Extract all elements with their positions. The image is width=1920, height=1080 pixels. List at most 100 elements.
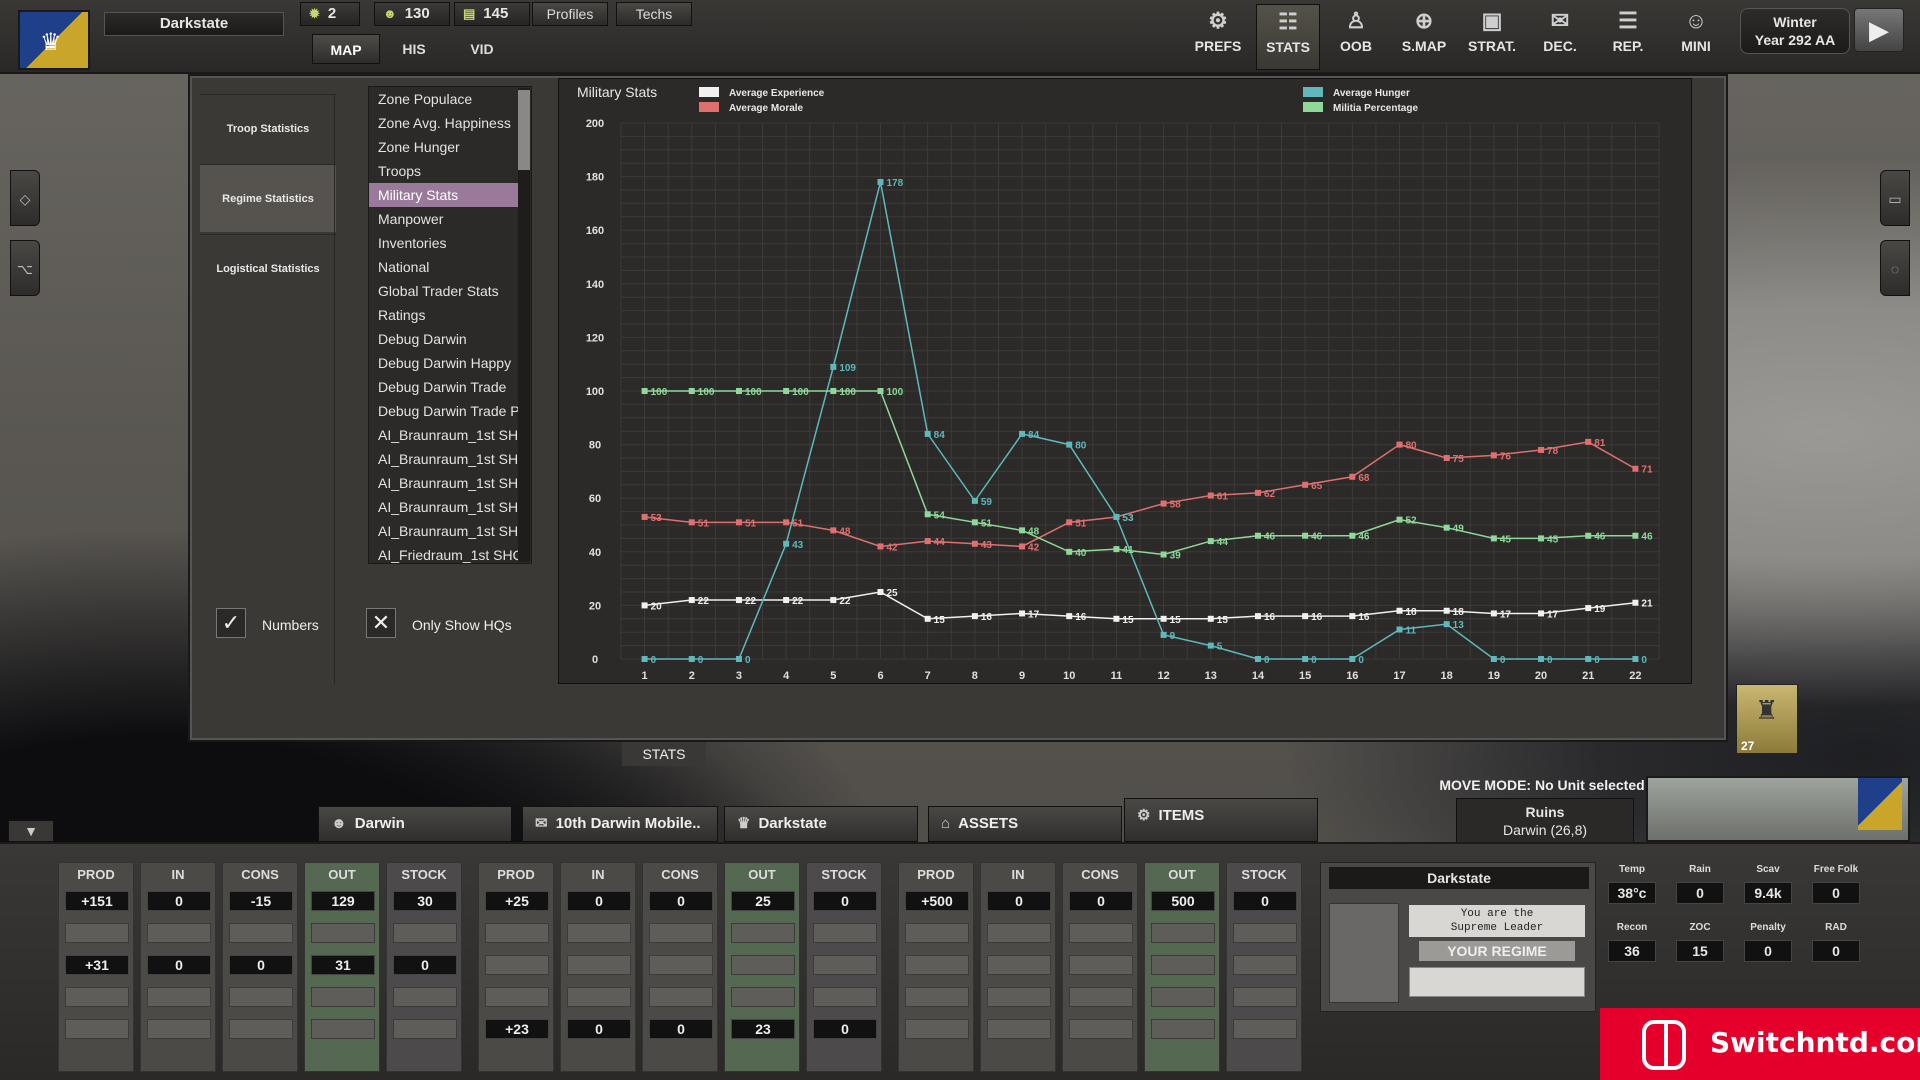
only-show-hqs-checkbox[interactable]: ✕ [366, 608, 396, 638]
production-cell[interactable] [393, 987, 457, 1007]
production-cell[interactable]: 0 [147, 955, 211, 975]
stats-button[interactable]: ☷ STATS [1256, 4, 1320, 70]
list-item[interactable]: AI_Braunraum_1st SHQ [369, 423, 519, 447]
left-side-button-2[interactable]: ⌥ [10, 240, 40, 296]
production-cell[interactable] [1233, 923, 1297, 943]
tab-darwin[interactable]: ☻ Darwin [318, 806, 512, 842]
production-cell[interactable] [65, 1019, 129, 1039]
list-item[interactable]: Zone Avg. Happiness [369, 111, 519, 135]
production-cell[interactable] [731, 987, 795, 1007]
subtab-map[interactable]: MAP [312, 34, 380, 64]
production-cell[interactable] [1151, 1019, 1215, 1039]
production-cell[interactable]: 0 [813, 891, 877, 911]
list-item[interactable]: Global Trader Stats [369, 279, 519, 303]
list-item[interactable]: Debug Darwin Trade [369, 375, 519, 399]
production-cell[interactable] [987, 923, 1051, 943]
list-item[interactable]: Zone Populace [369, 87, 519, 111]
collapse-button[interactable]: ▼ [8, 820, 54, 842]
list-item[interactable]: AI_Friedraum_1st SHQ [369, 543, 519, 563]
production-cell[interactable]: 0 [987, 891, 1051, 911]
production-cell[interactable] [1151, 923, 1215, 943]
production-cell[interactable] [731, 923, 795, 943]
production-cell[interactable] [1069, 987, 1133, 1007]
production-cell[interactable] [393, 1019, 457, 1039]
list-item[interactable]: Ratings [369, 303, 519, 327]
tab-assets[interactable]: ⌂ ASSETS [928, 806, 1122, 842]
production-cell[interactable] [905, 955, 969, 975]
production-cell[interactable]: 0 [567, 1019, 631, 1039]
production-cell[interactable] [229, 987, 293, 1007]
production-cell[interactable] [1151, 955, 1215, 975]
production-cell[interactable]: 23 [731, 1019, 795, 1039]
production-cell[interactable]: 0 [229, 955, 293, 975]
list-item[interactable]: Inventories [369, 231, 519, 255]
production-cell[interactable] [1069, 1019, 1133, 1039]
production-cell[interactable] [311, 987, 375, 1007]
category-logistical-statistics[interactable]: Logistical Statistics [200, 234, 336, 302]
decisions-button[interactable]: ✉ DEC. [1528, 4, 1592, 70]
production-cell[interactable]: 0 [649, 1019, 713, 1039]
tab-unit[interactable]: ✉ 10th Darwin Mobile.. [522, 806, 718, 842]
prefs-button[interactable]: ⚙ PREFS [1186, 4, 1250, 70]
production-cell[interactable] [905, 923, 969, 943]
list-item[interactable]: Zone Hunger [369, 135, 519, 159]
production-cell[interactable] [1233, 955, 1297, 975]
strategic-map-button[interactable]: ⊕ S.MAP [1392, 4, 1456, 70]
production-cell[interactable] [987, 955, 1051, 975]
regime-flag[interactable]: ♛ [18, 10, 90, 70]
unit-card[interactable]: ♜ 27 [1736, 684, 1798, 754]
strategy-button[interactable]: ▣ STRAT. [1460, 4, 1524, 70]
production-cell[interactable]: +151 [65, 891, 129, 911]
list-item[interactable]: AI_Braunraum_1st SHQ [369, 519, 519, 543]
subtab-his[interactable]: HIS [380, 34, 448, 64]
production-cell[interactable] [65, 923, 129, 943]
production-cell[interactable] [1069, 955, 1133, 975]
tab-items[interactable]: ⚙ ITEMS [1124, 798, 1318, 842]
production-cell[interactable]: +23 [485, 1019, 549, 1039]
production-cell[interactable]: 0 [649, 891, 713, 911]
list-item[interactable]: Troops [369, 159, 519, 183]
list-item[interactable]: Manpower [369, 207, 519, 231]
right-side-button-1[interactable]: ▭ [1880, 170, 1910, 226]
list-item[interactable]: AI_Braunraum_1st SHQ [369, 447, 519, 471]
subtab-vid[interactable]: VID [448, 34, 516, 64]
production-cell[interactable]: 30 [393, 891, 457, 911]
production-cell[interactable] [1069, 923, 1133, 943]
production-cell[interactable] [987, 987, 1051, 1007]
production-cell[interactable]: 31 [311, 955, 375, 975]
production-cell[interactable] [229, 923, 293, 943]
list-item[interactable]: Debug Darwin Trade Pr [369, 399, 519, 423]
production-cell[interactable]: 0 [813, 1019, 877, 1039]
list-item[interactable]: National [369, 255, 519, 279]
list-item[interactable]: AI_Braunraum_1st SHQ [369, 495, 519, 519]
numbers-checkbox[interactable]: ✓ [216, 608, 246, 638]
list-item[interactable]: Debug Darwin Happy [369, 351, 519, 375]
production-cell[interactable] [649, 987, 713, 1007]
oob-button[interactable]: ♙ OOB [1324, 4, 1388, 70]
production-cell[interactable]: 0 [1069, 891, 1133, 911]
list-item[interactable]: AI_Braunraum_1st SHQ [369, 471, 519, 495]
production-cell[interactable]: 0 [567, 891, 631, 911]
production-cell[interactable] [905, 987, 969, 1007]
production-cell[interactable] [567, 987, 631, 1007]
production-cell[interactable] [813, 987, 877, 1007]
resource-money[interactable]: ▤ 145 [454, 2, 530, 26]
production-cell[interactable]: 0 [1233, 891, 1297, 911]
right-side-button-2[interactable]: ◌ [1880, 240, 1910, 296]
list-item-selected[interactable]: Military Stats [369, 183, 519, 207]
tab-techs[interactable]: Techs [616, 2, 692, 26]
production-cell[interactable] [311, 923, 375, 943]
tab-profiles[interactable]: Profiles [532, 2, 608, 26]
end-turn-button[interactable]: ▶ [1854, 8, 1904, 52]
mini-button[interactable]: ☺ MINI [1664, 4, 1728, 70]
resource-sun[interactable]: ✹ 2 [300, 2, 360, 26]
production-cell[interactable]: 500 [1151, 891, 1215, 911]
production-cell[interactable]: -15 [229, 891, 293, 911]
production-cell[interactable] [65, 987, 129, 1007]
production-cell[interactable] [485, 955, 549, 975]
production-cell[interactable] [1233, 987, 1297, 1007]
production-cell[interactable]: +31 [65, 955, 129, 975]
resource-people[interactable]: ☻ 130 [374, 2, 450, 26]
list-scrollbar-thumb[interactable] [518, 90, 530, 170]
production-cell[interactable] [485, 923, 549, 943]
